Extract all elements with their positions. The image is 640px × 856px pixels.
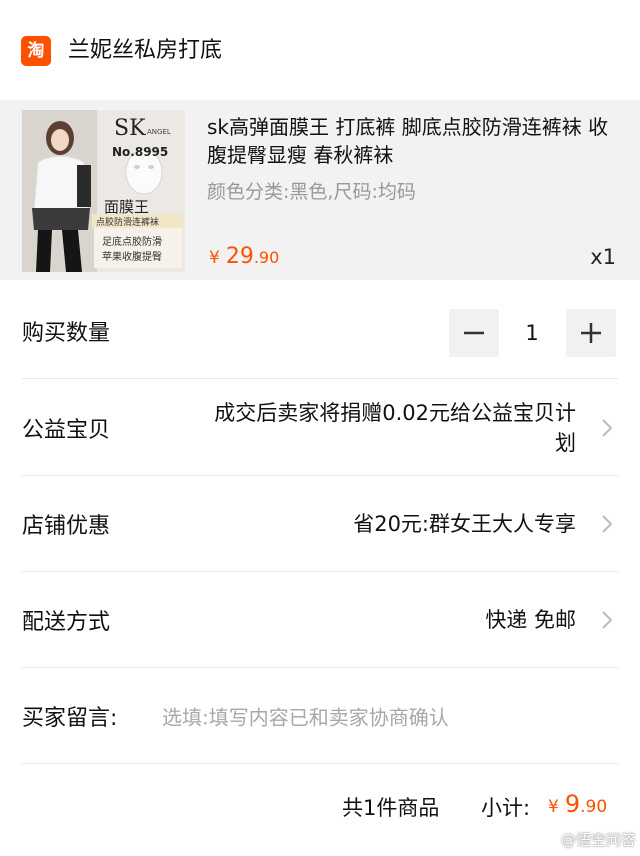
product-image-model: No.8995 (112, 145, 169, 159)
divider (22, 763, 618, 764)
charity-row[interactable]: 公益宝贝 成交后卖家将捐赠0.02元给公益宝贝计 划 (0, 380, 640, 476)
charity-value-line1: 成交后卖家将捐赠0.02元给公益宝贝计 (214, 401, 576, 425)
subtotal-integer: 9 (564, 790, 581, 818)
chevron-right-icon[interactable] (596, 417, 618, 439)
product-card[interactable]: SK ANGEL No.8995 面膜王 点胶防滑连裤袜 足底点胶防滑 苹果收腹… (0, 100, 640, 280)
price-currency: ¥ (209, 248, 220, 268)
discount-label: 店铺优惠 (22, 514, 111, 539)
subtotal-currency: ¥ (548, 797, 559, 817)
shop-discount-row[interactable]: 店铺优惠 省20元:群女王大人专享 (0, 476, 640, 572)
charity-value: 成交后卖家将捐赠0.02元给公益宝贝计 划 (214, 398, 576, 458)
divider (22, 378, 618, 379)
taobao-shop-icon: 淘 (21, 36, 51, 66)
quantity-value[interactable]: 1 (500, 309, 564, 357)
delivery-row[interactable]: 配送方式 快递 免邮 (0, 572, 640, 668)
quantity-decrease-button[interactable] (449, 309, 499, 357)
subtotal-label: 小计: (481, 796, 531, 820)
product-image-line2: 苹果收腹提臀 (102, 252, 162, 263)
product-title[interactable]: sk高弹面膜王 打底裤 脚底点胶防滑连裤袜 收腹提臀显瘦 春秋裤袜 (207, 113, 617, 169)
shop-name[interactable]: 兰妮丝私房打底 (68, 35, 222, 67)
product-image[interactable]: SK ANGEL No.8995 面膜王 点胶防滑连裤袜 足底点胶防滑 苹果收腹… (22, 110, 185, 272)
shop-header[interactable]: 淘 兰妮丝私房打底 (0, 0, 640, 100)
quantity-label: 购买数量 (22, 321, 111, 346)
quantity-row: 购买数量 1 (0, 283, 640, 379)
buyer-message-input[interactable]: 选填:填写内容已和卖家协商确认 (162, 702, 449, 731)
subtotal-decimal: .90 (580, 797, 608, 817)
price-decimal: .90 (253, 248, 280, 267)
delivery-label: 配送方式 (22, 610, 111, 635)
quantity-increase-button[interactable] (566, 309, 616, 357)
charity-label: 公益宝贝 (22, 418, 111, 443)
order-summary: 共1件商品 小计: ¥9.90 @悟空问答 (0, 770, 640, 856)
watermark: @悟空问答 (560, 831, 636, 849)
delivery-value: 快递 免邮 (485, 608, 576, 632)
price-integer: 29 (225, 244, 254, 269)
product-image-brand: SK (114, 116, 146, 141)
product-price: ¥29.90 (209, 242, 279, 273)
minus-icon (464, 331, 484, 335)
product-sku: 颜色分类:黑色,尺码:均码 (207, 181, 416, 203)
product-image-tag: 点胶防滑连裤袜 (96, 218, 160, 228)
product-quantity: x1 (590, 245, 616, 269)
product-image-brand-sub: ANGEL (147, 128, 171, 136)
subtotal-price: ¥9.90 (548, 790, 607, 818)
discount-value: 省20元:群女王大人专享 (353, 512, 576, 536)
product-image-line1: 足底点胶防滑 (102, 237, 162, 248)
buyer-message-row: 买家留言: 选填:填写内容已和卖家协商确认 (0, 668, 640, 764)
chevron-right-icon[interactable] (596, 609, 618, 631)
chevron-right-icon[interactable] (596, 513, 618, 535)
charity-value-line2: 划 (555, 431, 576, 455)
plus-icon (581, 323, 601, 343)
item-count: 共1件商品 (342, 796, 440, 820)
product-image-name: 面膜王 (104, 198, 150, 216)
buyer-message-label: 买家留言: (22, 706, 118, 731)
